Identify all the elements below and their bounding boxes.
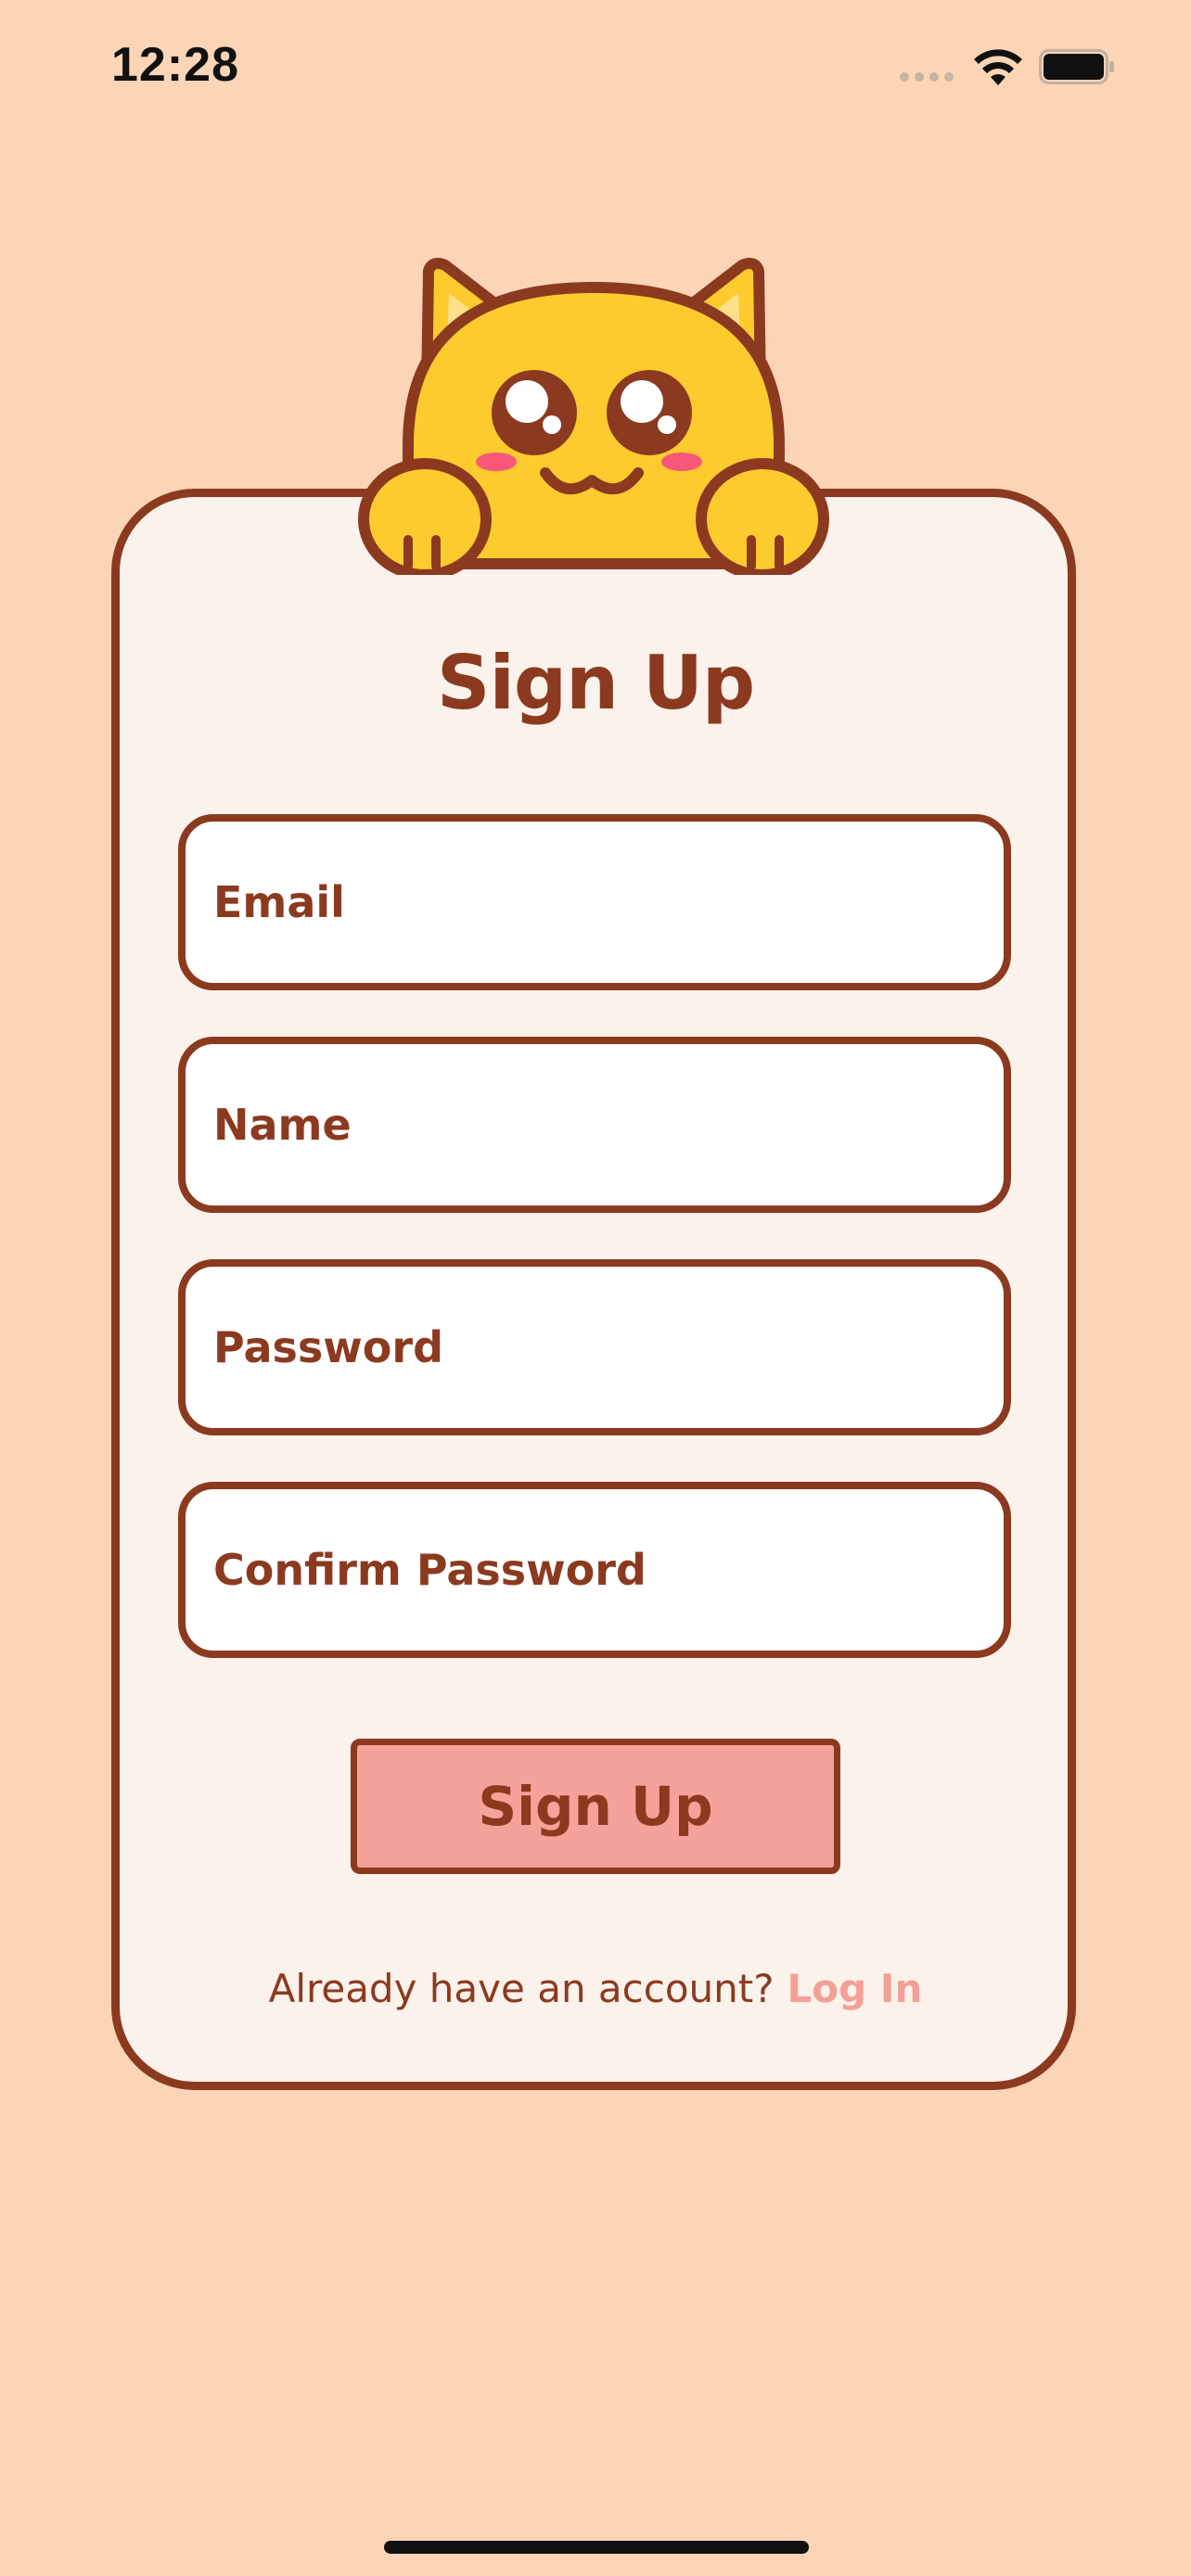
email-field-container bbox=[178, 814, 1011, 990]
name-field[interactable] bbox=[213, 1044, 974, 1205]
confirm-password-field-container bbox=[178, 1482, 1011, 1658]
login-prompt-text: Already have an account? bbox=[268, 1966, 775, 2011]
home-indicator[interactable] bbox=[384, 2541, 809, 2554]
confirm-password-field[interactable] bbox=[213, 1489, 974, 1651]
sign-up-button[interactable]: Sign Up bbox=[351, 1739, 840, 1874]
cat-mascot-icon bbox=[358, 258, 829, 575]
log-in-link[interactable]: Log In bbox=[788, 1966, 923, 2011]
status-time: 12:28 bbox=[111, 38, 239, 92]
wifi-icon bbox=[974, 49, 1022, 85]
password-field-container bbox=[178, 1259, 1011, 1435]
login-prompt: Already have an account? Log In bbox=[0, 1966, 1191, 2011]
status-bar: 12:28 bbox=[0, 0, 1191, 139]
signal-icon bbox=[900, 72, 955, 82]
name-field-container bbox=[178, 1037, 1011, 1213]
battery-icon bbox=[1039, 49, 1114, 84]
page-title: Sign Up bbox=[436, 640, 755, 726]
password-field[interactable] bbox=[213, 1267, 974, 1428]
email-field[interactable] bbox=[213, 822, 974, 983]
